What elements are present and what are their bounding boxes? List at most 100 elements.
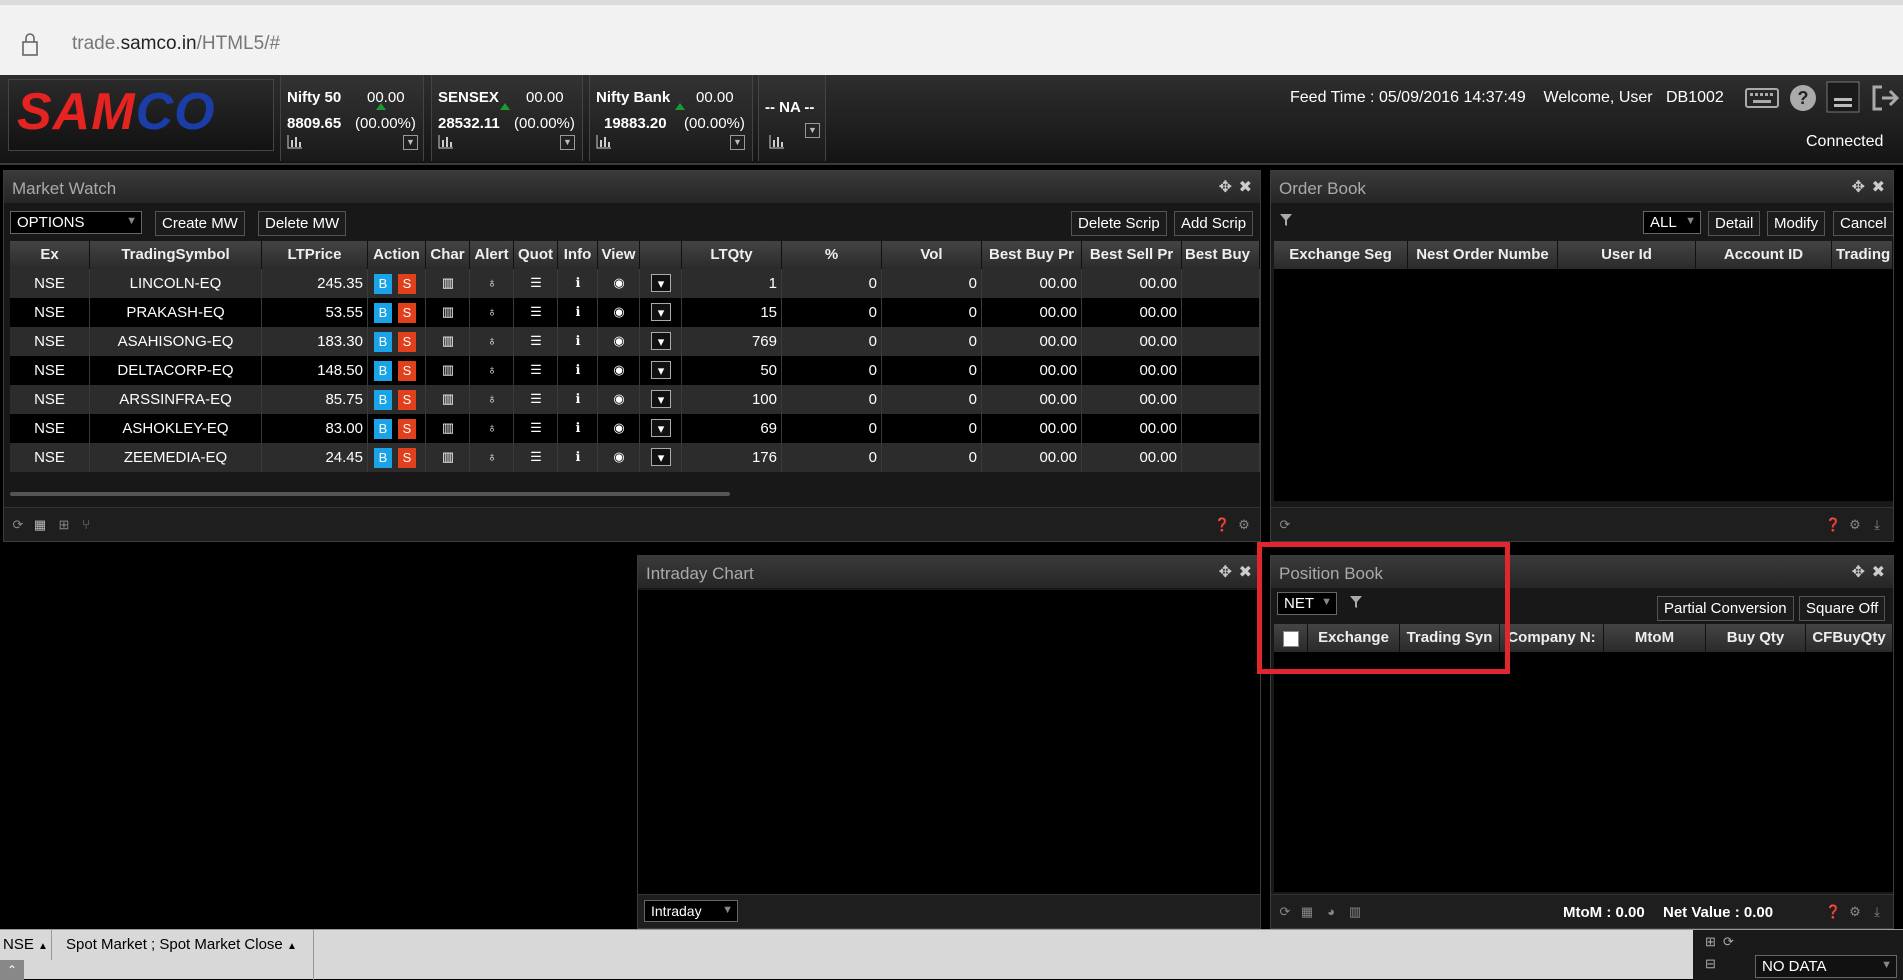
column-header[interactable]: User Id [1558, 241, 1696, 269]
chevron-down-icon[interactable]: ▼ [730, 135, 745, 150]
sell-button[interactable]: S [398, 419, 416, 439]
grid-icon[interactable]: ▦ [1299, 904, 1315, 920]
market-status[interactable]: Spot Market ; Spot Market Close ▲ [58, 930, 314, 980]
partial-conversion-button[interactable]: Partial Conversion [1657, 596, 1794, 621]
tile-view-icon[interactable]: ⊞ [56, 517, 72, 533]
quote-icon[interactable]: ☰ [526, 274, 546, 292]
info-icon[interactable]: ℹ [568, 361, 588, 379]
chart-period-select[interactable]: Intraday ▼ [644, 900, 738, 922]
url-text[interactable]: trade.samco.in/HTML5/# [72, 33, 280, 55]
pie-chart-icon[interactable]: ◕ [1323, 904, 1339, 920]
minus-icon[interactable]: ⊟ [1705, 956, 1716, 972]
quote-icon[interactable]: ☰ [526, 303, 546, 321]
chevron-down-icon[interactable]: ▼ [560, 135, 575, 150]
horizontal-scrollbar[interactable] [10, 492, 730, 496]
info-icon[interactable]: ℹ [568, 274, 588, 292]
chart-bar-icon[interactable] [596, 135, 612, 149]
alert-bulb-icon[interactable]: ♁ [482, 419, 502, 437]
index-tile-nifty50[interactable]: Nifty 50 00.00 8809.65 (00.00%) ▼ [280, 75, 424, 161]
column-header[interactable]: Best Sell Pr [1082, 241, 1182, 269]
alert-bulb-icon[interactable]: ♁ [482, 448, 502, 466]
close-icon[interactable]: ✖ [1872, 562, 1885, 582]
buy-button[interactable]: B [374, 448, 392, 468]
eye-icon[interactable]: ◉ [609, 303, 629, 321]
chart-icon[interactable]: ▥ [438, 448, 458, 466]
delete-mw-button[interactable]: Delete MW [258, 211, 347, 236]
keyboard-icon[interactable] [1745, 85, 1779, 111]
eye-icon[interactable]: ◉ [609, 361, 629, 379]
buy-button[interactable]: B [374, 303, 392, 323]
info-icon[interactable]: ℹ [568, 448, 588, 466]
chart-icon[interactable]: ▥ [438, 361, 458, 379]
column-header[interactable] [640, 241, 682, 269]
info-icon[interactable]: ℹ [568, 390, 588, 408]
create-mw-button[interactable]: Create MW [155, 211, 245, 236]
column-header[interactable]: Quot [514, 241, 558, 269]
logout-icon[interactable] [1870, 83, 1900, 113]
column-header[interactable]: LTQty [682, 241, 782, 269]
index-tile-na[interactable]: -- NA -- ▼ [758, 75, 826, 161]
quote-icon[interactable]: ☰ [526, 448, 546, 466]
sell-button[interactable]: S [398, 303, 416, 323]
help-icon[interactable]: ? [1788, 83, 1818, 113]
refresh-icon[interactable]: ⟳ [1277, 904, 1293, 920]
column-header[interactable]: Best Buy [1182, 241, 1260, 269]
table-row[interactable]: NSE ZEEMEDIA-EQ 24.45 B S ▥ ♁ ☰ ℹ ◉ ▾ 176 0 0 00.00 00.… [10, 443, 1260, 472]
quote-icon[interactable]: ☰ [526, 390, 546, 408]
quote-icon[interactable]: ☰ [526, 419, 546, 437]
index-tile-sensex[interactable]: SENSEX 00.00 28532.11 (00.00%) ▼ [431, 75, 583, 161]
watchlist-select[interactable]: OPTIONS ▼ [10, 211, 142, 234]
chevron-down-icon[interactable]: ▼ [805, 123, 820, 138]
chart-icon[interactable]: ▥ [438, 419, 458, 437]
column-header[interactable]: Info [558, 241, 598, 269]
sell-button[interactable]: S [398, 274, 416, 294]
alert-bulb-icon[interactable]: ♁ [482, 332, 502, 350]
table-row[interactable]: NSE PRAKASH-EQ 53.55 B S ▥ ♁ ☰ ℹ ◉ ▾ 15 0 0 00.00 00.00 [10, 298, 1260, 327]
download-icon[interactable]: ⤓ [1869, 517, 1885, 533]
alert-bulb-icon[interactable]: ♁ [482, 274, 502, 292]
close-icon[interactable]: ✖ [1872, 177, 1885, 197]
help-icon[interactable]: ❓ [1825, 517, 1841, 533]
chart-icon[interactable]: ▥ [438, 274, 458, 292]
close-icon[interactable]: ✖ [1239, 562, 1252, 582]
buy-button[interactable]: B [374, 332, 392, 352]
chart-icon[interactable]: ▥ [438, 390, 458, 408]
column-header[interactable]: TradingSymbol [90, 241, 262, 269]
cancel-button[interactable]: Cancel [1833, 211, 1894, 236]
menu-icon[interactable] [1826, 81, 1860, 113]
column-header[interactable]: Trading [1832, 241, 1893, 269]
alert-bulb-icon[interactable]: ♁ [482, 303, 502, 321]
column-header[interactable]: Nest Order Numbe [1408, 241, 1558, 269]
move-icon[interactable]: ✥ [1852, 562, 1865, 582]
eye-icon[interactable]: ◉ [609, 419, 629, 437]
column-header[interactable]: MtoM [1604, 624, 1706, 652]
eye-icon[interactable]: ◉ [609, 390, 629, 408]
column-header[interactable]: Account ID [1696, 241, 1832, 269]
chart-bar-icon[interactable] [438, 135, 454, 149]
sell-button[interactable]: S [398, 390, 416, 410]
filter-icon[interactable] [1279, 213, 1293, 227]
table-row[interactable]: NSE ARSSINFRA-EQ 85.75 B S ▥ ♁ ☰ ℹ ◉ ▾ 100 0 0 00.00 00… [10, 385, 1260, 414]
dropdown-icon[interactable]: ▾ [651, 274, 671, 292]
move-icon[interactable]: ✥ [1219, 177, 1232, 197]
column-header[interactable]: Buy Qty [1706, 624, 1806, 652]
dropdown-icon[interactable]: ▾ [651, 448, 671, 466]
column-header[interactable]: Exchange Seg [1274, 241, 1408, 269]
info-icon[interactable]: ℹ [568, 419, 588, 437]
table-row[interactable]: NSE DELTACORP-EQ 148.50 B S ▥ ♁ ☰ ℹ ◉ ▾ 50 0 0 00.00 00… [10, 356, 1260, 385]
chart-area[interactable] [638, 590, 1260, 894]
table-row[interactable]: NSE LINCOLN-EQ 245.35 B S ▥ ♁ ☰ ℹ ◉ ▾ 1 0 0 00.00 00.00 [10, 269, 1260, 298]
eye-icon[interactable]: ◉ [609, 274, 629, 292]
order-filter-select[interactable]: ALL ▼ [1643, 211, 1701, 234]
help-icon[interactable]: ❓ [1825, 904, 1841, 920]
gear-icon[interactable]: ⚙ [1847, 904, 1863, 920]
chevron-down-icon[interactable]: ▼ [403, 135, 418, 150]
info-icon[interactable]: ℹ [568, 332, 588, 350]
add-scrip-button[interactable]: Add Scrip [1174, 211, 1254, 236]
table-row[interactable]: NSE ASHOKLEY-EQ 83.00 B S ▥ ♁ ☰ ℹ ◉ ▾ 69 0 0 00.00 00.0… [10, 414, 1260, 443]
delete-scrip-button[interactable]: Delete Scrip [1071, 211, 1167, 236]
dropdown-icon[interactable]: ▾ [651, 332, 671, 350]
quote-icon[interactable]: ☰ [526, 361, 546, 379]
alert-bulb-icon[interactable]: ♁ [482, 361, 502, 379]
sell-button[interactable]: S [398, 332, 416, 352]
